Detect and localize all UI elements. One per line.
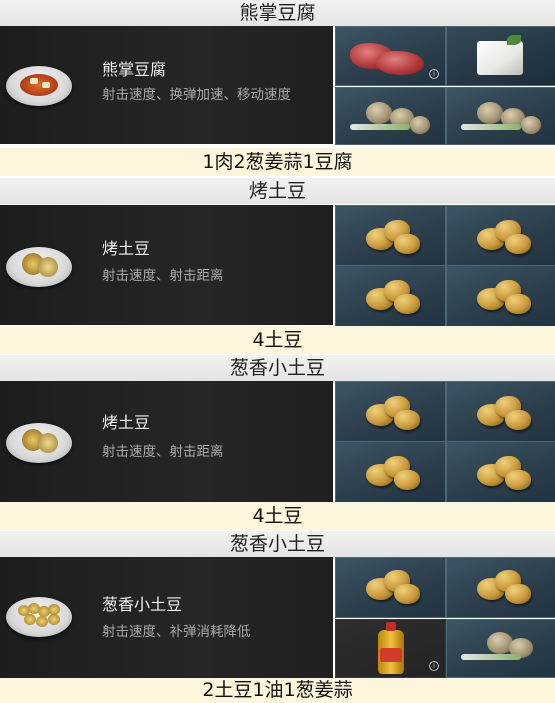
section-header: 葱香小土豆 <box>0 355 555 381</box>
dish-icon <box>6 597 72 637</box>
dish-effect: 射击速度、射击距离 <box>102 268 224 284</box>
section-header: 熊掌豆腐 <box>0 0 555 26</box>
oil-bottle-icon <box>378 622 404 674</box>
ingredient-slot[interactable] <box>446 205 555 267</box>
ingredient-slot[interactable] <box>335 205 446 267</box>
dish-effect: 射击速度、补弹消耗降低 <box>102 624 251 640</box>
dish-card[interactable]: 熊掌豆腐 射击速度、换弹加速、移动速度 <box>0 26 333 144</box>
dish-icon <box>6 66 72 106</box>
dish-effect: 射击速度、射击距离 <box>102 444 224 460</box>
ingredient-slot[interactable]: i <box>335 26 446 86</box>
ingredient-slot[interactable] <box>446 381 555 443</box>
tofu-icon <box>477 41 523 75</box>
dish-name: 烤土豆 <box>102 239 151 258</box>
recipe-text: 4土豆 <box>0 502 555 530</box>
dish-card[interactable]: 葱香小土豆 射击速度、补弹消耗降低 <box>0 557 333 678</box>
recipe-text: 2土豆1油1葱姜蒜 <box>0 678 555 703</box>
dish-effect: 射击速度、换弹加速、移动速度 <box>102 87 291 103</box>
section-header: 葱香小土豆 <box>0 531 555 557</box>
ingredient-slot[interactable] <box>446 441 555 503</box>
onion-ginger-garlic-icon <box>477 102 503 124</box>
ingredient-slot[interactable] <box>335 87 446 145</box>
recipe-text: 4土豆 <box>0 326 555 354</box>
ingredient-slot[interactable] <box>335 381 446 443</box>
dish-icon <box>6 423 72 463</box>
dish-name: 熊掌豆腐 <box>102 60 167 79</box>
dish-name: 葱香小土豆 <box>102 595 183 614</box>
ingredient-slot[interactable] <box>335 441 446 503</box>
ingredient-slot[interactable]: i <box>335 619 446 678</box>
dish-icon <box>6 247 72 287</box>
ingredient-slot[interactable] <box>446 26 555 86</box>
dish-card[interactable]: 烤土豆 射击速度、射击距离 <box>0 381 333 502</box>
ingredient-slot[interactable] <box>446 87 555 145</box>
ingredient-slot[interactable] <box>446 265 555 327</box>
section-header: 烤土豆 <box>0 178 555 204</box>
ingredient-slot[interactable] <box>335 557 446 618</box>
ingredient-slot[interactable] <box>446 619 555 678</box>
dish-card[interactable]: 烤土豆 射击速度、射击距离 <box>0 205 333 325</box>
info-icon: i <box>429 69 439 79</box>
onion-ginger-garlic-icon <box>366 102 392 124</box>
ingredient-slot[interactable] <box>335 265 446 327</box>
dish-name: 烤土豆 <box>102 413 151 432</box>
info-icon: i <box>429 661 439 671</box>
recipe-text: 1肉2葱姜蒜1豆腐 <box>0 148 555 176</box>
ingredient-slot[interactable] <box>446 557 555 618</box>
